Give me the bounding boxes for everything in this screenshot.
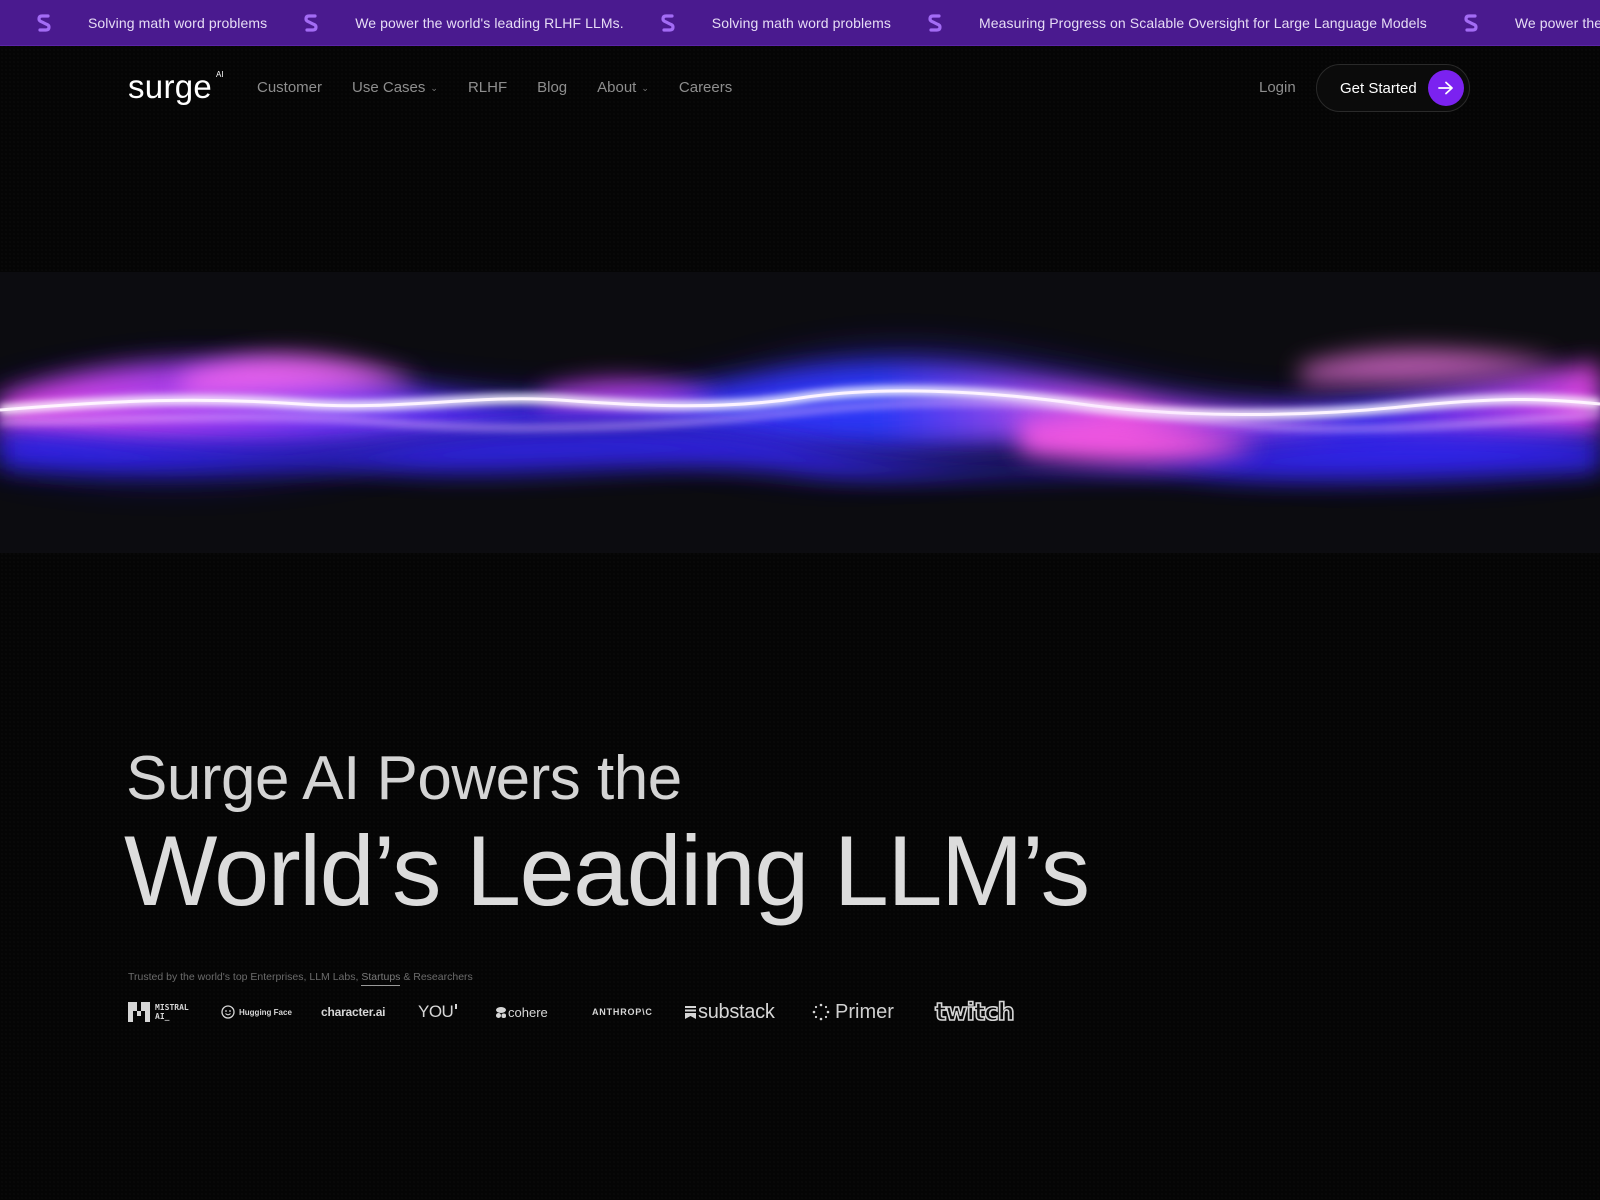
ticker-item[interactable]: Solving math word problems <box>712 15 891 31</box>
surge-logo[interactable]: surge <box>128 68 212 106</box>
hero-wave-visual <box>0 272 1600 553</box>
hugging-face-icon <box>221 1005 235 1019</box>
surge-s-icon <box>36 14 52 32</box>
chevron-down-icon: ⌄ <box>430 83 438 93</box>
you-wordmark: YOU <box>418 1002 454 1021</box>
nav-link-label: Use Cases <box>352 79 426 96</box>
ticker-text[interactable]: We power the world's leading RLHF LLMs. <box>355 15 624 31</box>
primer-logo: Primer <box>812 1001 935 1024</box>
mistral-logo: MISTRAL AI_ <box>128 1002 221 1022</box>
ticker-item[interactable]: Measuring Progress on Scalable Oversight… <box>979 15 1427 31</box>
twitch-wordmark: twitch <box>934 997 1015 1027</box>
you-logo: YOU <box>418 1002 496 1022</box>
customer-logos: MISTRAL AI_ Hugging Face character.ai YO… <box>128 997 1015 1027</box>
cohere-icon <box>496 1006 506 1018</box>
surge-s-icon <box>303 14 319 32</box>
trusted-prefix: Trusted by the world's top Enterprises, … <box>128 971 362 983</box>
startups-link[interactable]: Startups <box>361 971 401 986</box>
anthropic-wordmark: ANTHROP\C <box>592 1007 653 1017</box>
primer-icon <box>812 1003 830 1021</box>
primer-wordmark: Primer <box>835 1000 894 1023</box>
announcement-ticker: odels Solving math word problems We powe… <box>0 0 1600 46</box>
you-dot-icon <box>455 1003 458 1009</box>
ticker-text[interactable]: Solving math word problems <box>88 15 267 31</box>
ticker-item[interactable]: Solving math word problems <box>88 15 267 31</box>
mistral-wordmark-sub: AI_ <box>155 1012 170 1021</box>
arrow-right-icon <box>1428 70 1464 106</box>
chevron-down-icon: ⌄ <box>641 83 649 93</box>
surge-s-icon <box>660 14 676 32</box>
character-ai-logo: character.ai <box>321 1005 418 1019</box>
nav-link-about[interactable]: About ⌄ <box>597 79 649 96</box>
nav-link-label: Customer <box>257 79 323 96</box>
surge-s-icon <box>1463 14 1479 32</box>
nav-link-label: RLHF <box>467 79 508 96</box>
character-ai-wordmark: character.ai <box>321 1005 386 1019</box>
anthropic-logo: ANTHROP\C <box>592 1007 685 1017</box>
nav-link-label: About <box>597 79 637 96</box>
ticker-text[interactable]: We power the world's leading R <box>1515 15 1600 31</box>
hero-headline-line1: Surge AI Powers the <box>126 744 682 813</box>
ticker-item[interactable]: We power the world's leading RLHF LLMs. <box>355 15 624 31</box>
twitch-logo: twitch <box>934 997 1015 1027</box>
substack-logo: substack <box>685 1001 812 1024</box>
substack-icon <box>685 1005 696 1019</box>
login-link[interactable]: Login <box>1259 79 1296 96</box>
nav-link-label: Blog <box>537 79 568 96</box>
mistral-wordmark: MISTRAL <box>155 1003 189 1012</box>
get-started-label: Get Started <box>1340 79 1417 97</box>
nav-link-rlhf[interactable]: RLHF <box>468 79 507 96</box>
cohere-wordmark: cohere <box>508 1004 548 1020</box>
nav-link-customer[interactable]: Customer <box>257 79 322 96</box>
substack-wordmark: substack <box>698 1000 775 1023</box>
main-nav: surge AI Customer Use Cases ⌄ RLHF Blog A… <box>0 46 1600 130</box>
cohere-logo: cohere <box>496 1005 592 1020</box>
get-started-button[interactable]: Get Started <box>1316 64 1470 112</box>
trusted-by-text: Trusted by the world's top Enterprises, … <box>128 971 473 986</box>
nav-links: Customer Use Cases ⌄ RLHF Blog About ⌄ Car… <box>257 79 732 96</box>
hugging-face-wordmark: Hugging Face <box>239 1007 292 1017</box>
ticker-item[interactable]: We power the world's leading R <box>1515 15 1600 31</box>
mistral-mark-icon <box>128 1002 150 1022</box>
hero-headline-line2: World’s Leading LLM’s <box>124 815 1090 926</box>
hugging-face-logo: Hugging Face <box>221 1005 321 1019</box>
ticker-track: odels Solving math word problems We powe… <box>0 0 1600 45</box>
ticker-text[interactable]: Solving math word problems <box>712 15 891 31</box>
logo-superscript: AI <box>216 70 224 79</box>
wave-graphic <box>0 272 1600 553</box>
nav-link-label: Careers <box>678 79 733 96</box>
nav-link-blog[interactable]: Blog <box>537 79 567 96</box>
ticker-text[interactable]: Measuring Progress on Scalable Oversight… <box>979 15 1427 31</box>
nav-link-careers[interactable]: Careers <box>679 79 732 96</box>
trusted-suffix: & Researchers <box>400 971 473 983</box>
nav-link-use-cases[interactable]: Use Cases ⌄ <box>352 79 438 96</box>
surge-s-icon <box>927 14 943 32</box>
